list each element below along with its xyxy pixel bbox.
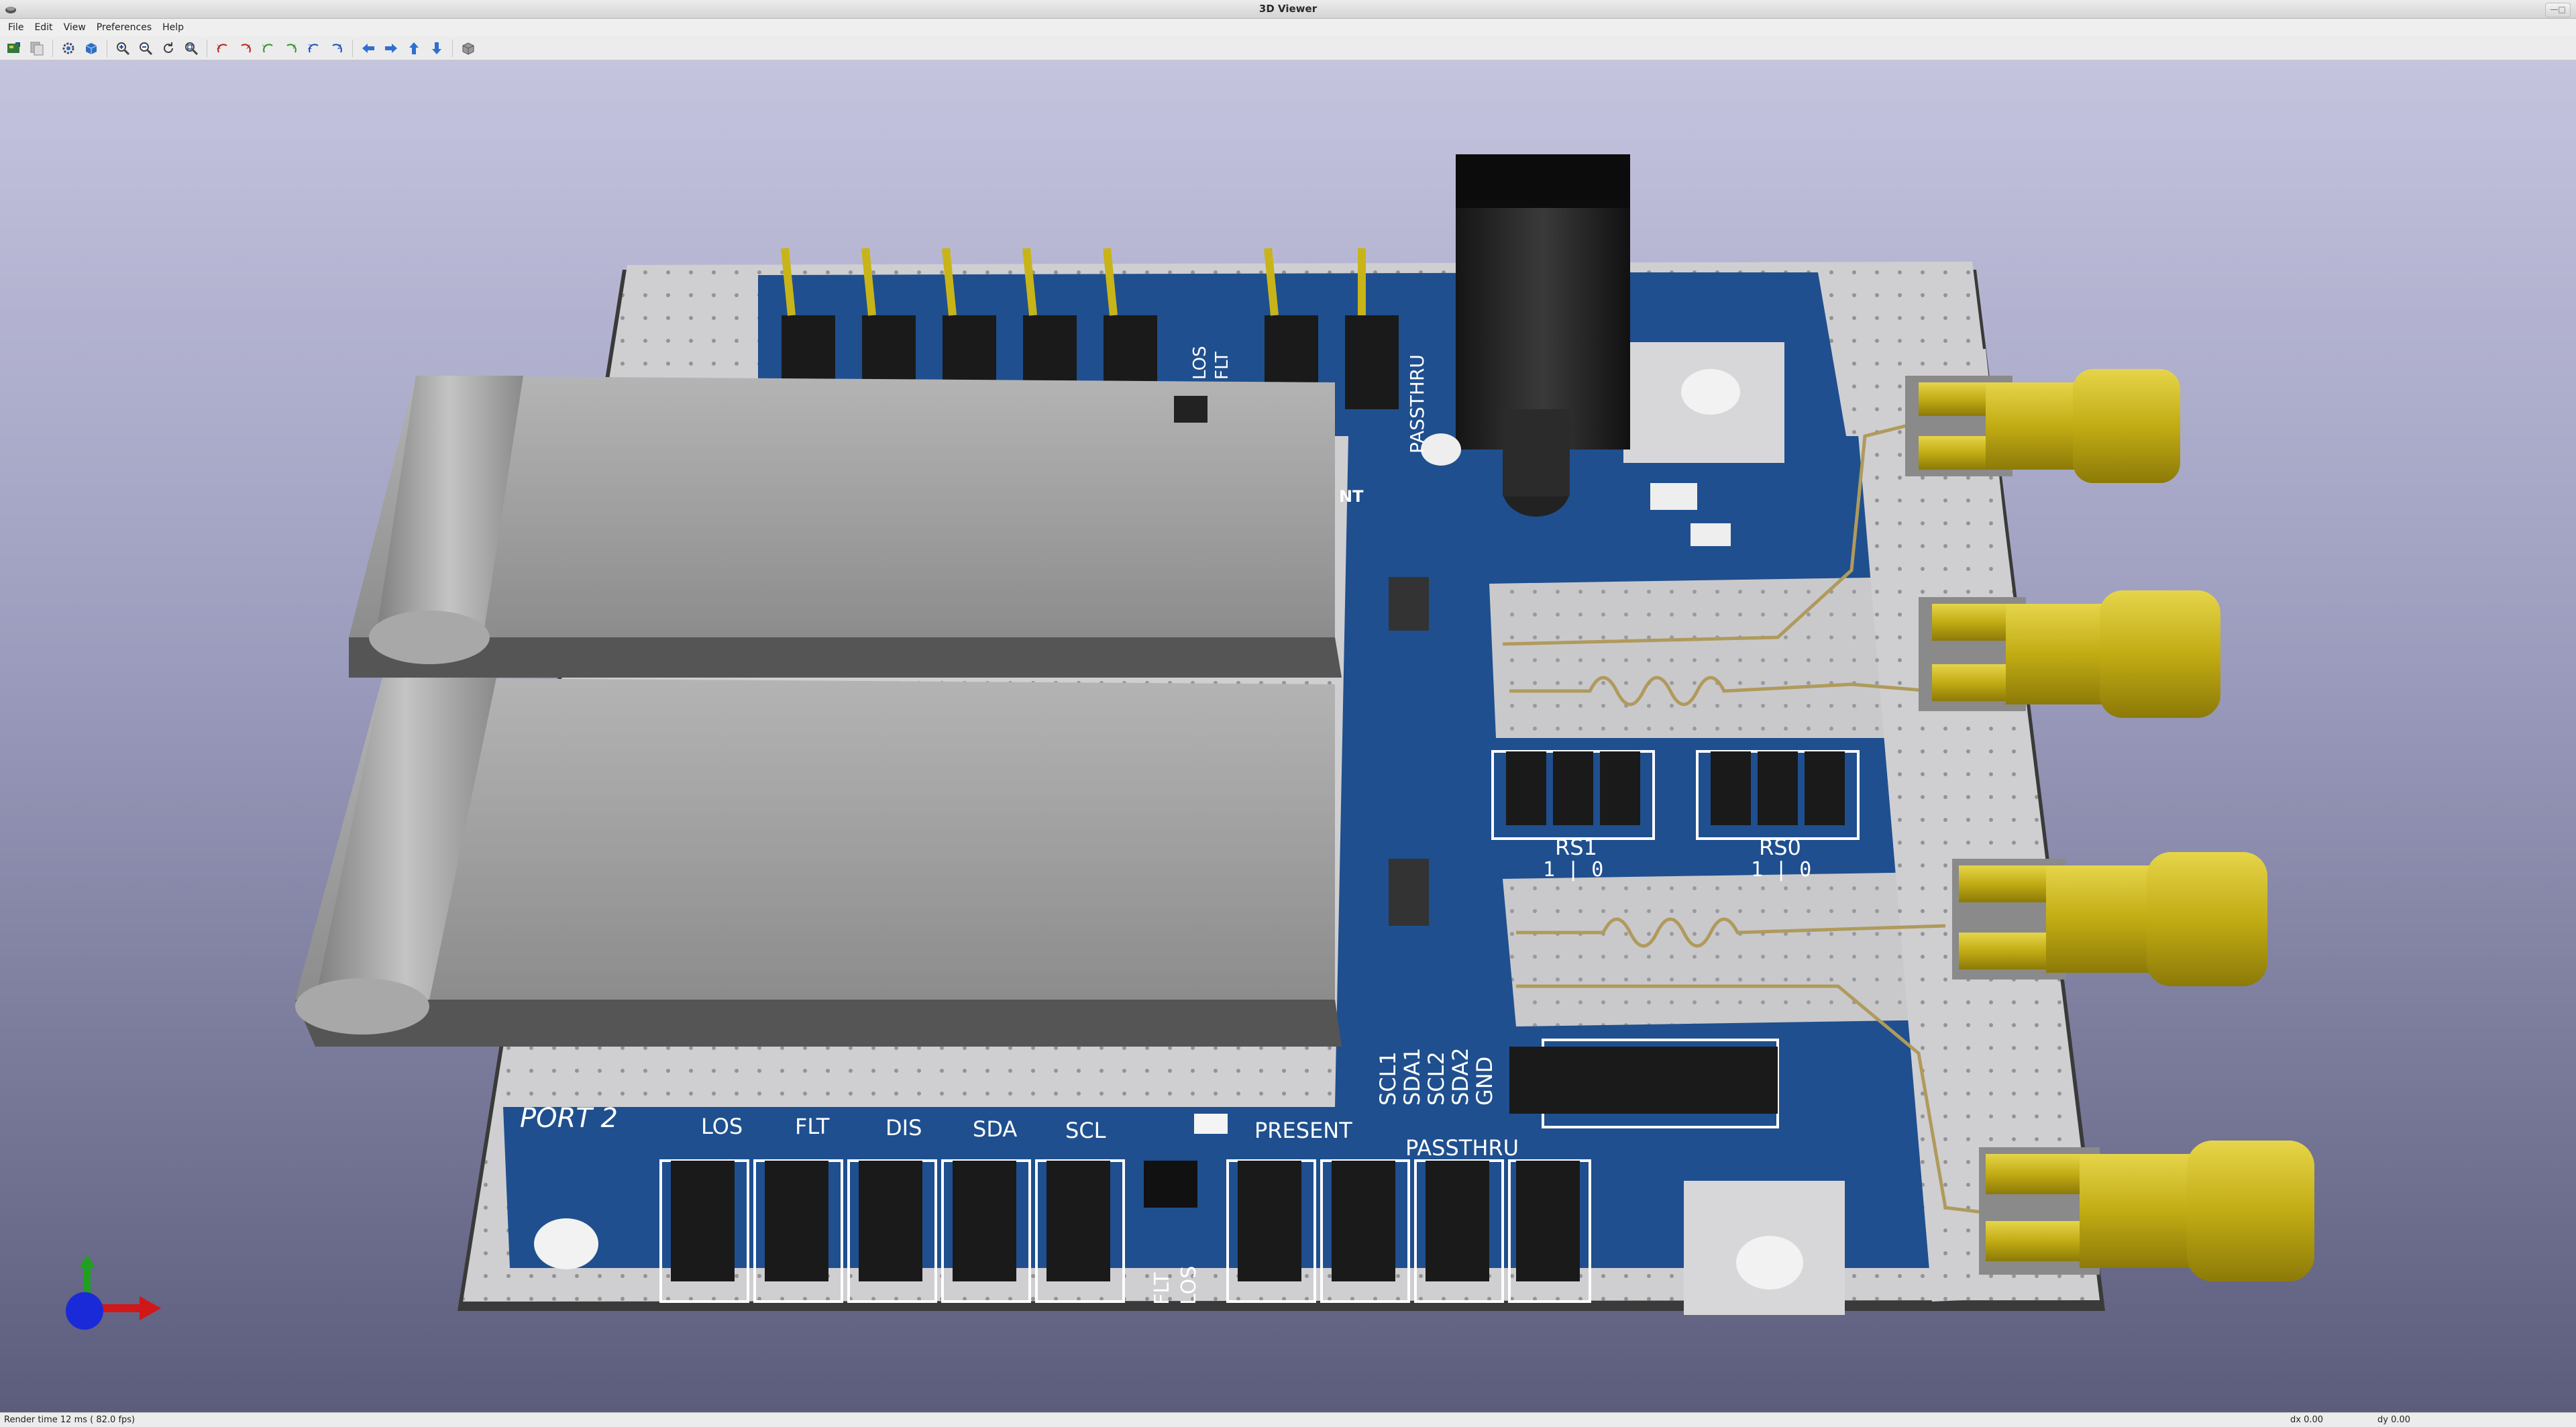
copy-image-icon[interactable]	[27, 38, 47, 58]
silk-passthru-bottom: PASSTHRU	[1405, 1135, 1519, 1161]
svg-text:Y: Y	[262, 44, 266, 51]
pan-left-icon[interactable]	[358, 38, 378, 58]
sma-connector-1	[1905, 369, 2180, 483]
silk-present: PRESENT	[1254, 1118, 1352, 1143]
toolbar-separator	[352, 39, 353, 57]
zoom-redraw-icon[interactable]	[158, 38, 178, 58]
silk-sda1: SDA1	[1399, 1047, 1425, 1106]
dx-readout: dx 0.00	[2290, 1415, 2324, 1425]
toolbar-separator	[452, 39, 453, 57]
silk-nt: NT	[1339, 487, 1364, 506]
menu-preferences[interactable]: Preferences	[93, 19, 158, 36]
silk-los: LOS	[701, 1114, 743, 1139]
render-mode-icon[interactable]	[81, 38, 101, 58]
toolbar: X X Y Y Z Z	[0, 36, 2576, 60]
pan-right-icon[interactable]	[381, 38, 401, 58]
silk-scl2: SCL2	[1424, 1051, 1449, 1106]
silk-rs1-sel: 1 | 0	[1543, 858, 1603, 882]
silk-passthru-top: PASSTHRU	[1406, 354, 1428, 454]
mounting-hole	[534, 1218, 598, 1269]
menu-edit[interactable]: Edit	[30, 19, 59, 36]
preferences-icon[interactable]	[58, 38, 78, 58]
window-controls[interactable]: —□	[2545, 3, 2571, 17]
pcb-3d-render: PORT 2 LOS FLT DIS SDA SCL PRESENT PASST…	[295, 154, 2314, 1315]
pan-up-icon[interactable]	[404, 38, 424, 58]
render-time: Render time 12 ms ( 82.0 fps)	[4, 1415, 136, 1425]
rotate-z-ccw-icon[interactable]: Z	[327, 38, 347, 58]
silk-scl1: SCL1	[1375, 1051, 1401, 1106]
title-bar: 3D Viewer —□	[0, 0, 2576, 19]
mounting-hole	[1681, 369, 1740, 415]
menu-help[interactable]: Help	[158, 19, 191, 36]
silk-scl: SCL	[1065, 1118, 1106, 1143]
ortho-toggle-icon[interactable]	[458, 38, 478, 58]
toolbar-separator	[52, 39, 53, 57]
rotate-x-cw-icon[interactable]: X	[213, 38, 233, 58]
pan-down-icon[interactable]	[427, 38, 447, 58]
silk-port2: PORT 2	[520, 1103, 618, 1134]
menu-view[interactable]: View	[60, 19, 93, 36]
zoom-fit-icon[interactable]	[181, 38, 201, 58]
silk-los-vertical: LOS	[1177, 1266, 1201, 1305]
silk-flt-top: FLT	[1212, 352, 1232, 380]
silk-sda2: SDA2	[1448, 1047, 1473, 1106]
rotate-y-cw-icon[interactable]: Y	[258, 38, 278, 58]
reload-board-icon[interactable]	[4, 38, 24, 58]
silk-flt-vertical: FLT	[1150, 1272, 1174, 1305]
sfp-cage-port2	[295, 678, 1342, 1047]
silk-flt: FLT	[795, 1114, 830, 1139]
silk-sda: SDA	[973, 1116, 1017, 1142]
svg-text:Z: Z	[337, 44, 341, 51]
3d-viewport[interactable]: PORT 2 LOS FLT DIS SDA SCL PRESENT PASST…	[0, 60, 2576, 1412]
svg-text:Y: Y	[291, 44, 296, 51]
menu-bar: File Edit View Preferences Help	[0, 19, 2576, 36]
mounting-hole	[1736, 1236, 1803, 1289]
silk-gnd: GND	[1472, 1057, 1497, 1106]
silk-rs0-sel: 1 | 0	[1751, 858, 1811, 882]
sma-connector-2	[1919, 590, 2220, 718]
axis-orientation-gizmo	[66, 1255, 161, 1330]
svg-text:Z: Z	[308, 44, 312, 51]
menu-file[interactable]: File	[4, 19, 30, 36]
rotate-y-ccw-icon[interactable]: Y	[281, 38, 301, 58]
silk-rs0: RS0	[1759, 835, 1801, 860]
sma-connector-4	[1979, 1141, 2314, 1281]
status-bar: Render time 12 ms ( 82.0 fps) dx 0.00 dy…	[0, 1412, 2576, 1427]
zoom-in-icon[interactable]	[113, 38, 133, 58]
svg-text:X: X	[246, 44, 250, 51]
silk-dis: DIS	[885, 1115, 922, 1141]
silk-los-top: LOS	[1190, 346, 1210, 380]
silk-rs1: RS1	[1555, 835, 1597, 860]
sma-connector-3	[1952, 852, 2267, 986]
zoom-out-icon[interactable]	[136, 38, 156, 58]
window-title: 3D Viewer	[1258, 3, 1318, 15]
rotate-z-cw-icon[interactable]: Z	[304, 38, 324, 58]
svg-text:X: X	[217, 44, 221, 51]
dy-readout: dy 0.00	[2377, 1415, 2411, 1425]
rotate-x-ccw-icon[interactable]: X	[235, 38, 256, 58]
